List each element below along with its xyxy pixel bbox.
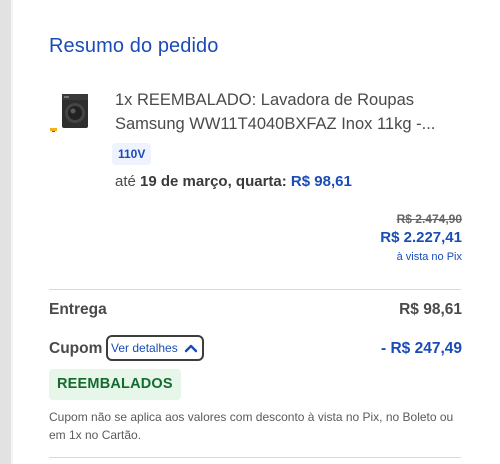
summary-divider-top <box>49 289 461 290</box>
view-details-label: Ver detalhes <box>111 341 178 355</box>
coupon-label: Cupom <box>49 340 103 357</box>
product-name[interactable]: 1x REEMBALADO: Lavadora de Roupas Samsun… <box>115 88 455 136</box>
shipping-value: R$ 98,61 <box>399 301 462 318</box>
delivery-price: R$ 98,61 <box>290 173 352 190</box>
pix-payment-note: à vista no Pix <box>396 251 462 263</box>
view-details-button[interactable]: Ver detalhes <box>106 335 204 361</box>
left-frame-border <box>0 0 11 464</box>
coupon-code-badge: REEMBALADOS <box>49 369 181 400</box>
delivery-estimate: até 19 de março, quarta: R$ 98,61 <box>115 173 352 190</box>
washing-machine-icon <box>50 94 88 132</box>
coupon-discount-value: - R$ 247,49 <box>381 340 462 357</box>
original-price: R$ 2.474,90 <box>396 212 462 226</box>
summary-divider-bottom <box>49 457 461 458</box>
voltage-badge: 110V <box>112 143 152 165</box>
discounted-price: R$ 2.227,41 <box>380 229 462 246</box>
delivery-prefix: até <box>115 173 136 190</box>
shipping-label: Entrega <box>49 301 107 318</box>
product-thumbnail[interactable] <box>50 90 96 136</box>
left-frame-shadow <box>11 0 13 464</box>
coupon-disclaimer: Cupom não se aplica aos valores com desc… <box>49 410 454 442</box>
chevron-up-icon <box>184 344 197 353</box>
delivery-date: 19 de março, quarta: <box>140 173 287 190</box>
order-summary-title: Resumo do pedido <box>49 35 219 57</box>
